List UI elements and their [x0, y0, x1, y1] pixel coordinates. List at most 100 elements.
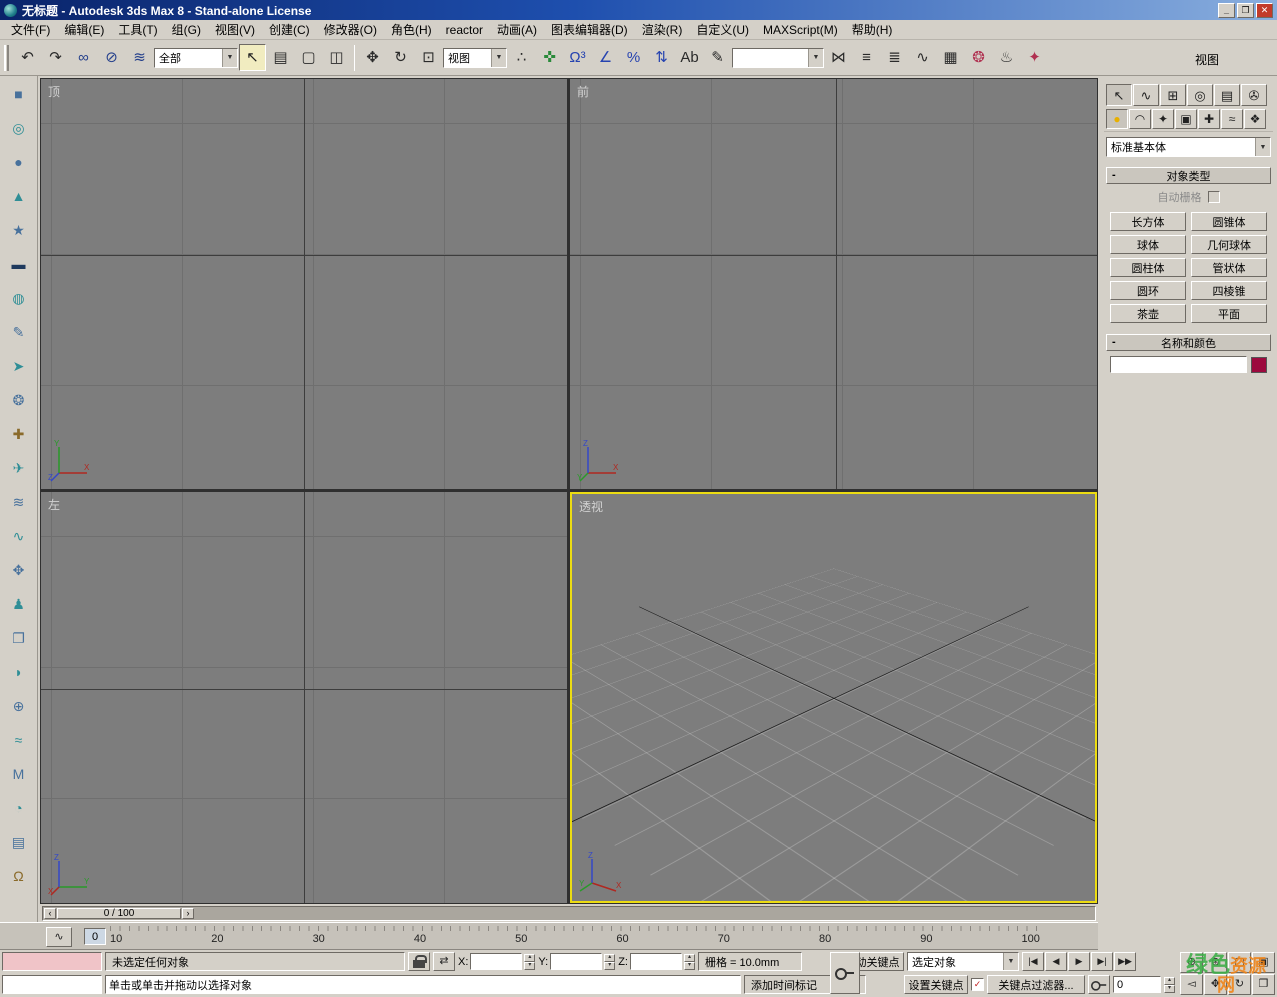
airplane-tool-icon[interactable]: ✈ [7, 458, 31, 478]
layer-manager-icon[interactable]: ≣ [881, 44, 908, 71]
space-warps-subtab[interactable]: ≈ [1221, 109, 1243, 129]
timeline-ruler[interactable]: 102030405060708090100 [110, 924, 1040, 948]
biped-tool-icon[interactable]: ♟ [7, 594, 31, 614]
world-tool-icon[interactable]: ⊕ [7, 696, 31, 716]
hierarchy-tab[interactable]: ⊞ [1160, 84, 1186, 106]
keyboard-shortcut-override-icon[interactable]: Ab [676, 44, 703, 71]
close-button[interactable]: ✕ [1256, 3, 1273, 18]
spinner-down-icon[interactable]: ▾ [684, 962, 695, 970]
arc-rotate-icon[interactable]: ↻ [1228, 974, 1251, 995]
doc-tool-icon[interactable]: ▤ [7, 832, 31, 852]
star-tool-icon[interactable]: ★ [7, 220, 31, 240]
geosphere-button[interactable]: 几何球体 [1191, 235, 1267, 254]
open-mini-curve-editor-button[interactable]: ∿ [46, 927, 72, 947]
set-key-mode-button[interactable] [830, 952, 860, 994]
window-crossing-icon[interactable]: ◫ [323, 44, 350, 71]
named-selection-sets-dropdown[interactable]: ▼ [732, 48, 824, 68]
viewport-perspective[interactable]: 透视 X Z Y [570, 492, 1097, 903]
tube-button[interactable]: 管状体 [1191, 258, 1267, 277]
time-slider-right-arrow[interactable]: › [182, 908, 194, 919]
droplet-tool-icon[interactable]: ◗ [7, 662, 31, 682]
zoom-extents-icon[interactable]: ▢ [1228, 952, 1251, 973]
dropdown-arrow-icon[interactable]: ▼ [808, 49, 823, 67]
book-tool-icon[interactable]: ❐ [7, 628, 31, 648]
material-editor-icon[interactable]: ❂ [965, 44, 992, 71]
set-key-button[interactable]: 设置关键点 [904, 975, 968, 994]
menu-customize[interactable]: 自定义(U) [689, 19, 756, 40]
cone-tool-icon[interactable]: ▲ [7, 186, 31, 206]
maxscript-mini-listener-input[interactable] [2, 975, 102, 994]
select-and-link-icon[interactable]: ∞ [70, 44, 97, 71]
render-scene-icon[interactable]: ♨ [993, 44, 1020, 71]
select-and-manipulate-icon[interactable]: ✜ [536, 44, 563, 71]
go-to-end-button[interactable]: ▶▶ [1114, 952, 1136, 971]
curve-editor-icon[interactable]: ∿ [909, 44, 936, 71]
absolute-offset-toggle[interactable]: ⇄ [433, 952, 455, 971]
arrow-tool-icon[interactable]: ➤ [7, 356, 31, 376]
menu-views[interactable]: 视图(V) [208, 19, 262, 40]
rectangular-selection-region-icon[interactable]: ▢ [295, 44, 322, 71]
angle-snap-toggle-icon[interactable]: ∠ [592, 44, 619, 71]
selection-lock-toggle[interactable] [408, 952, 430, 971]
pan-icon[interactable]: ✥ [1204, 974, 1227, 995]
reference-coordinate-dropdown[interactable]: 视图 ▼ [443, 48, 507, 68]
spinner-up-icon[interactable]: ▴ [524, 954, 535, 962]
move-tool-icon[interactable]: ✥ [7, 560, 31, 580]
menu-animation[interactable]: 动画(A) [490, 19, 544, 40]
modify-tab[interactable]: ∿ [1133, 84, 1159, 106]
viewport-label[interactable]: 左 [48, 496, 60, 513]
magnet-tool-icon[interactable]: Ω [7, 866, 31, 886]
spinner-up-icon[interactable]: ▴ [604, 954, 615, 962]
toolbar-grip[interactable] [4, 45, 9, 71]
dropdown-arrow-icon[interactable]: ▼ [222, 49, 237, 67]
time-slider-left-arrow[interactable]: ‹ [44, 908, 56, 919]
spinner-up-icon[interactable]: ▴ [684, 954, 695, 962]
pencil-tool-icon[interactable]: ✎ [7, 322, 31, 342]
coordinate-field[interactable] [630, 953, 682, 970]
restore-button[interactable]: ❐ [1237, 3, 1254, 18]
align-icon[interactable]: ≡ [853, 44, 880, 71]
percent-snap-toggle-icon[interactable]: % [620, 44, 647, 71]
spinner-up-icon[interactable]: ▴ [1164, 977, 1175, 985]
unlink-selection-icon[interactable]: ⊘ [98, 44, 125, 71]
menu-graph-editors[interactable]: 图表编辑器(D) [544, 19, 635, 40]
cameras-subtab[interactable]: ▣ [1175, 109, 1197, 129]
previous-frame-button[interactable]: ◀ [1045, 952, 1067, 971]
selection-set-dropdown[interactable]: 选定对象 ▼ [907, 952, 1019, 971]
spring-tool-icon[interactable]: ≈ [7, 730, 31, 750]
disc-tool-icon[interactable]: ◍ [7, 288, 31, 308]
quick-render-icon[interactable]: ✦ [1021, 44, 1048, 71]
menu-group[interactable]: 组(G) [165, 19, 208, 40]
object-type-rollout[interactable]: - 对象类型 [1106, 167, 1271, 184]
redo-icon[interactable]: ↷ [42, 44, 69, 71]
spinner-down-icon[interactable]: ▾ [1164, 985, 1175, 993]
selection-filter-dropdown[interactable]: 全部 ▼ [154, 48, 238, 68]
menu-tools[interactable]: 工具(T) [111, 19, 164, 40]
use-pivot-point-center-icon[interactable]: ∴ [508, 44, 535, 71]
utilities-tab[interactable]: ✇ [1241, 84, 1267, 106]
viewport-top[interactable]: 顶 X Y Z [41, 79, 567, 489]
teapot-button[interactable]: 茶壶 [1110, 304, 1186, 323]
spinner-snap-toggle-icon[interactable]: ⇅ [648, 44, 675, 71]
menu-edit[interactable]: 编辑(E) [57, 19, 111, 40]
dropdown-arrow-icon[interactable]: ▼ [491, 49, 506, 67]
spinner-down-icon[interactable]: ▾ [604, 962, 615, 970]
clock-tool-icon[interactable]: ◔ [7, 798, 31, 818]
spinner-down-icon[interactable]: ▾ [524, 962, 535, 970]
select-by-name-icon[interactable]: ▤ [267, 44, 294, 71]
frame-spinner[interactable]: ▴▾ [1164, 977, 1175, 993]
bind-to-space-warp-icon[interactable]: ≋ [126, 44, 153, 71]
menu-file[interactable]: 文件(F) [4, 19, 57, 40]
viewport-label[interactable]: 前 [577, 83, 589, 100]
coordinate-spinner[interactable]: ▴▾ [524, 954, 535, 970]
viewport-left[interactable]: 左 Y Z X [41, 492, 567, 903]
coordinate-field[interactable] [550, 953, 602, 970]
pyramid-button[interactable]: 四棱锥 [1191, 281, 1267, 300]
coordinate-spinner[interactable]: ▴▾ [684, 954, 695, 970]
box-tool-icon[interactable]: ■ [7, 84, 31, 104]
object-name-field[interactable] [1110, 356, 1247, 373]
current-frame-field[interactable]: 0 [1113, 976, 1161, 993]
schematic-view-icon[interactable]: ▦ [937, 44, 964, 71]
maxscript-mini-listener-output[interactable] [2, 952, 102, 971]
select-object-button[interactable]: ↖ [239, 44, 266, 71]
